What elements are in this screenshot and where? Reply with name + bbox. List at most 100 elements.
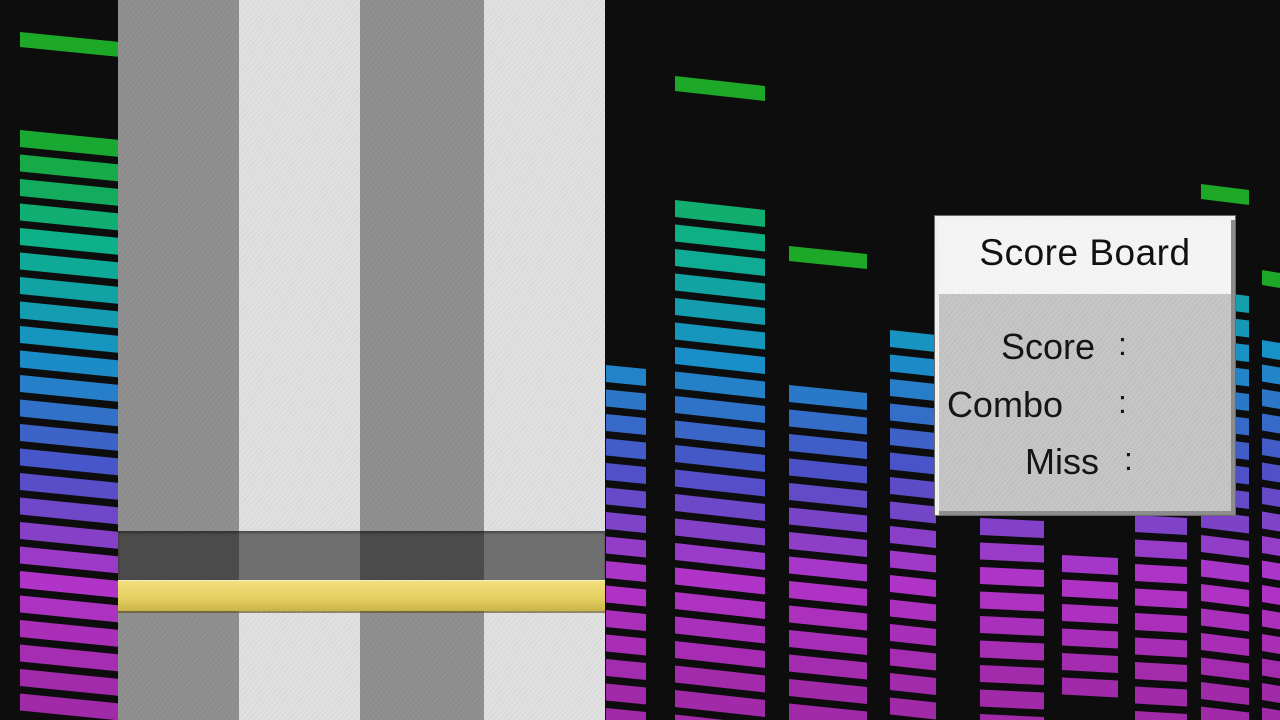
- equalizer-bar-8-13: [1262, 658, 1280, 679]
- equalizer-bar-8-12: [1262, 634, 1280, 654]
- equalizer-bar-9-0: [980, 518, 1044, 538]
- equalizer-bar-8-11: [1262, 609, 1280, 630]
- equalizer-bar-4-14: [890, 673, 936, 695]
- equalizer-bar-2-4: [675, 298, 765, 325]
- equalizer-bar-6-5: [1135, 637, 1187, 658]
- equalizer-bar-0-4: [20, 228, 120, 255]
- equalizer-bar-5-5: [1062, 677, 1118, 698]
- equalizer-bar-2-9: [675, 420, 765, 448]
- equalizer-bar-2-1: [675, 224, 765, 252]
- equalizer-bar-9-7: [980, 689, 1044, 710]
- equalizer-bar-3-7: [789, 556, 867, 582]
- equalizer-bar-1-4: [606, 463, 646, 484]
- equalizer-bar-6-4: [1135, 613, 1187, 633]
- equalizer-bar-3-1: [789, 409, 867, 435]
- equalizer-bar-0-17: [20, 546, 120, 574]
- score-separator: :: [1118, 326, 1127, 362]
- equalizer-bar-0-9: [20, 350, 120, 378]
- equalizer-bar-7-15: [1201, 657, 1249, 681]
- equalizer-bar-8-6: [1262, 487, 1280, 507]
- equalizer-bar-8-9: [1262, 560, 1280, 581]
- equalizer-bar-0-3: [20, 203, 120, 231]
- lane-3[interactable]: [360, 0, 484, 720]
- equalizer-bar-8-7: [1262, 511, 1280, 532]
- equalizer-bar-9-1: [980, 542, 1044, 563]
- score-board: Score Board Score : Combo : Miss :: [935, 216, 1235, 515]
- equalizer-bar-2-0: [675, 200, 765, 227]
- equalizer-bar-3-6: [789, 532, 867, 557]
- equalizer-bar-1-11: [606, 634, 646, 656]
- equalizer-bar-8-2: [1262, 389, 1280, 409]
- score-board-title: Score Board: [979, 232, 1191, 273]
- game-stage: Score Board Score : Combo : Miss :: [0, 0, 1280, 720]
- equalizer-bar-3-3: [789, 458, 867, 484]
- equalizer-bar-1-10: [606, 610, 646, 631]
- equalizer-bar-8-3: [1262, 413, 1280, 434]
- equalizer-bar-4-1: [890, 354, 936, 377]
- equalizer-bar-1-9: [606, 585, 646, 607]
- equalizer-peak-7: [1201, 184, 1249, 205]
- equalizer-bar-1-6: [606, 512, 646, 533]
- miss-label: Miss: [1025, 441, 1099, 482]
- lane-4[interactable]: [484, 0, 605, 720]
- equalizer-bar-1-14: [606, 708, 646, 720]
- equalizer-bar-2-17: [675, 616, 765, 644]
- equalizer-bar-0-15: [20, 497, 120, 525]
- equalizer-bar-0-13: [20, 448, 120, 476]
- equalizer-bar-4-4: [890, 428, 936, 450]
- equalizer-bar-7-14: [1201, 633, 1249, 656]
- equalizer-bar-3-2: [789, 434, 867, 459]
- equalizer-bar-0-20: [20, 620, 120, 647]
- equalizer-bar-8-14: [1262, 683, 1280, 703]
- equalizer-bar-2-20: [675, 690, 765, 717]
- score-label: Score: [1000, 326, 1095, 367]
- equalizer-bar-9-2: [980, 567, 1044, 587]
- equalizer-bar-8-0: [1262, 340, 1280, 360]
- equalizer-bar-0-10: [20, 375, 120, 402]
- equalizer-bar-8-4: [1262, 438, 1280, 458]
- equalizer-bar-9-5: [980, 640, 1044, 661]
- equalizer-peak-2: [675, 76, 765, 101]
- equalizer-bar-0-6: [20, 277, 120, 304]
- equalizer-bar-4-5: [890, 452, 936, 475]
- equalizer-bar-3-5: [789, 507, 867, 533]
- equalizer-bar-0-5: [20, 252, 120, 280]
- equalizer-bar-1-0: [606, 365, 646, 386]
- equalizer-bar-3-0: [789, 385, 867, 410]
- equalizer-bar-5-4: [1062, 653, 1118, 673]
- equalizer-bar-6-3: [1135, 588, 1187, 609]
- equalizer-bar-2-16: [675, 592, 765, 619]
- equalizer-bar-0-16: [20, 522, 120, 549]
- equalizer-bar-0-14: [20, 473, 120, 500]
- equalizer-bar-2-7: [675, 371, 765, 399]
- equalizer-bar-7-11: [1201, 559, 1249, 583]
- equalizer-bar-0-22: [20, 669, 120, 696]
- equalizer-bar-9-6: [980, 665, 1044, 685]
- equalizer-bar-2-18: [675, 641, 765, 668]
- equalizer-bar-5-3: [1062, 628, 1118, 649]
- lane-2[interactable]: [239, 0, 360, 720]
- equalizer-bar-2-2: [675, 249, 765, 276]
- equalizer-bar-4-15: [890, 697, 936, 720]
- equalizer-bar-0-12: [20, 424, 120, 451]
- equalizer-bar-0-19: [20, 595, 120, 623]
- equalizer-bar-1-7: [606, 536, 646, 558]
- equalizer-bar-0-1: [20, 154, 120, 182]
- equalizer-bar-2-14: [675, 543, 765, 570]
- combo-separator: :: [1118, 384, 1127, 420]
- equalizer-bar-4-7: [890, 501, 936, 524]
- equalizer-bar-7-10: [1201, 535, 1249, 558]
- miss-separator: :: [1124, 441, 1133, 477]
- equalizer-bar-0-2: [20, 179, 120, 206]
- equalizer-bar-3-9: [789, 605, 867, 631]
- lane-1[interactable]: [118, 0, 239, 720]
- equalizer-bar-8-8: [1262, 536, 1280, 556]
- equalizer-bar-3-4: [789, 483, 867, 508]
- combo-label: Combo: [946, 384, 1063, 425]
- equalizer-bar-8-5: [1262, 462, 1280, 483]
- equalizer-bar-1-5: [606, 487, 646, 509]
- equalizer-bar-4-13: [890, 648, 936, 671]
- equalizer-bar-7-16: [1201, 682, 1249, 705]
- equalizer-bar-7-13: [1201, 608, 1249, 632]
- equalizer-bar-1-2: [606, 414, 646, 435]
